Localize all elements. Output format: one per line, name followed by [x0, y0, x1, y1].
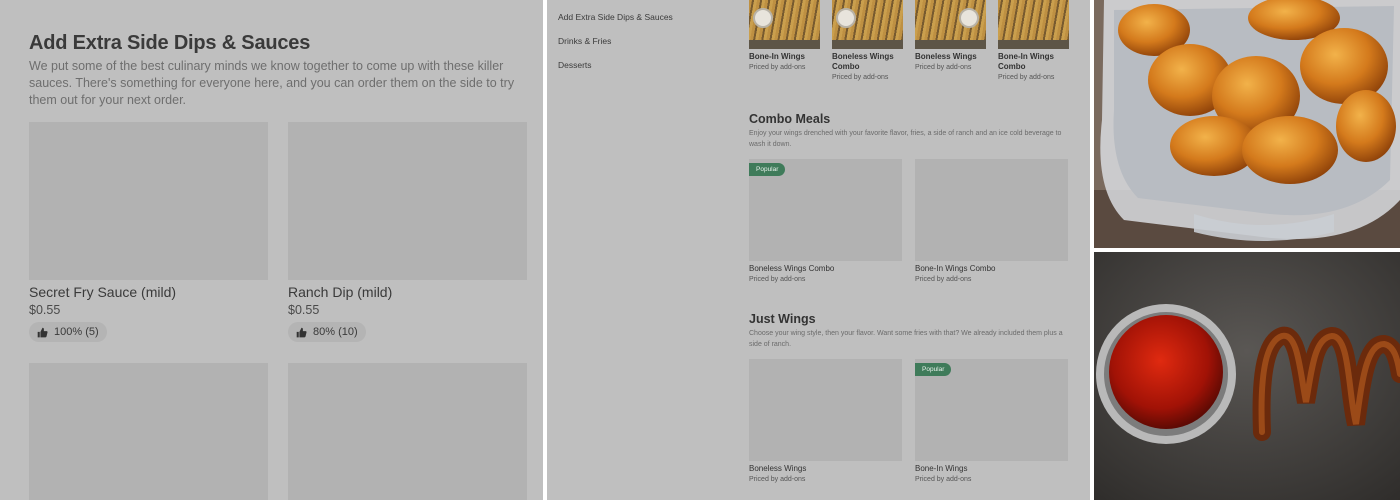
item-price-note: Priced by add-ons [998, 74, 1055, 81]
item-price-note: Priced by add-ons [915, 64, 972, 71]
rating-text: 100% (5) [54, 326, 99, 338]
popular-badge: Popular [915, 363, 952, 376]
item-name: Bone-In Wings [915, 464, 968, 473]
item-name: Boneless Wings Combo [832, 52, 894, 71]
just-wings-description: Choose your wing style, then your flavor… [749, 330, 1063, 348]
just-wings-title: Just Wings [749, 312, 816, 326]
item-image-placeholder [915, 159, 1068, 261]
rating-badge: 80% (10) [288, 322, 366, 342]
item-name: Bone-In Wings Combo [998, 52, 1054, 71]
thumbs-up-icon [37, 327, 48, 337]
boneless-wings-illustration [1094, 0, 1400, 248]
item-name: Boneless Wings [915, 52, 977, 61]
item-price-note: Priced by add-ons [749, 276, 806, 283]
sauce-cup-photo [1094, 252, 1400, 500]
popular-badge: Popular [749, 163, 786, 176]
menu-item-card[interactable]: Boneless Wings Priced by add-ons [749, 359, 902, 483]
menu-item-card[interactable]: Popular Boneless Wings Combo Priced by a… [749, 159, 902, 283]
menu-item-card[interactable] [288, 363, 527, 500]
menu-item-tile[interactable]: Boneless Wings Combo Priced by add-ons [832, 0, 903, 81]
boneless-wings-photo [1094, 0, 1400, 248]
menu-item-tile[interactable]: Boneless Wings Priced by add-ons [915, 0, 986, 71]
menu-item-card[interactable]: Bone-In Wings Combo Priced by add-ons [915, 159, 1068, 283]
food-photo-thumb [749, 0, 820, 49]
item-name: Bone-In Wings Combo [915, 264, 996, 273]
sauce-cup-illustration [1094, 252, 1400, 500]
rating-badge: 100% (5) [29, 322, 107, 342]
category-nav: Add Extra Side Dips & Sauces Drinks & Fr… [558, 12, 673, 84]
nav-item-dips-sauces[interactable]: Add Extra Side Dips & Sauces [558, 12, 673, 22]
item-name: Bone-In Wings [749, 52, 805, 61]
section-description: We put some of the best culinary minds w… [29, 59, 515, 107]
food-photo-thumb [915, 0, 986, 49]
nav-item-desserts[interactable]: Desserts [558, 60, 673, 70]
menu-item-card[interactable] [29, 363, 268, 500]
item-price-note: Priced by add-ons [749, 64, 806, 71]
item-price-note: Priced by add-ons [915, 276, 972, 283]
item-image-placeholder: Popular [915, 359, 1068, 461]
item-price: $0.55 [29, 303, 61, 317]
section-title: Add Extra Side Dips & Sauces [29, 32, 311, 54]
combo-meals-description: Enjoy your wings drenched with your favo… [749, 130, 1062, 148]
nav-item-drinks-fries[interactable]: Drinks & Fries [558, 36, 673, 46]
food-photo-thumb [832, 0, 903, 49]
item-name: Ranch Dip (mild) [288, 284, 393, 300]
combo-meals-title: Combo Meals [749, 112, 831, 126]
item-image-placeholder [749, 359, 902, 461]
food-photo-thumb [998, 0, 1069, 49]
menu-page: Add Extra Side Dips & Sauces Drinks & Fr… [547, 0, 1090, 500]
menu-item-card[interactable]: Ranch Dip (mild) $0.55 80% (10) [288, 122, 527, 343]
item-price-note: Priced by add-ons [915, 476, 972, 483]
item-price-note: Priced by add-ons [749, 476, 806, 483]
item-image-placeholder [288, 122, 527, 280]
screenshot-collage: Add Extra Side Dips & Sauces We put some… [0, 0, 1400, 500]
item-price-note: Priced by add-ons [832, 74, 889, 81]
menu-item-card[interactable]: Secret Fry Sauce (mild) $0.55 100% (5) [29, 122, 268, 343]
menu-item-tile[interactable]: Bone-In Wings Priced by add-ons [749, 0, 820, 71]
rating-text: 80% (10) [313, 326, 358, 338]
item-image-placeholder: Popular [749, 159, 902, 261]
item-name: Secret Fry Sauce (mild) [29, 284, 177, 300]
item-name: Boneless Wings Combo [749, 264, 835, 273]
item-image-placeholder [29, 122, 268, 280]
dips-sauces-section: Add Extra Side Dips & Sauces We put some… [0, 0, 543, 500]
item-price: $0.55 [288, 303, 320, 317]
item-name: Boneless Wings [749, 464, 807, 473]
thumbs-up-icon [296, 327, 307, 337]
menu-item-tile[interactable]: Bone-In Wings Combo Priced by add-ons [998, 0, 1069, 81]
menu-item-card[interactable]: Popular Bone-In Wings Priced by add-ons [915, 359, 1068, 483]
